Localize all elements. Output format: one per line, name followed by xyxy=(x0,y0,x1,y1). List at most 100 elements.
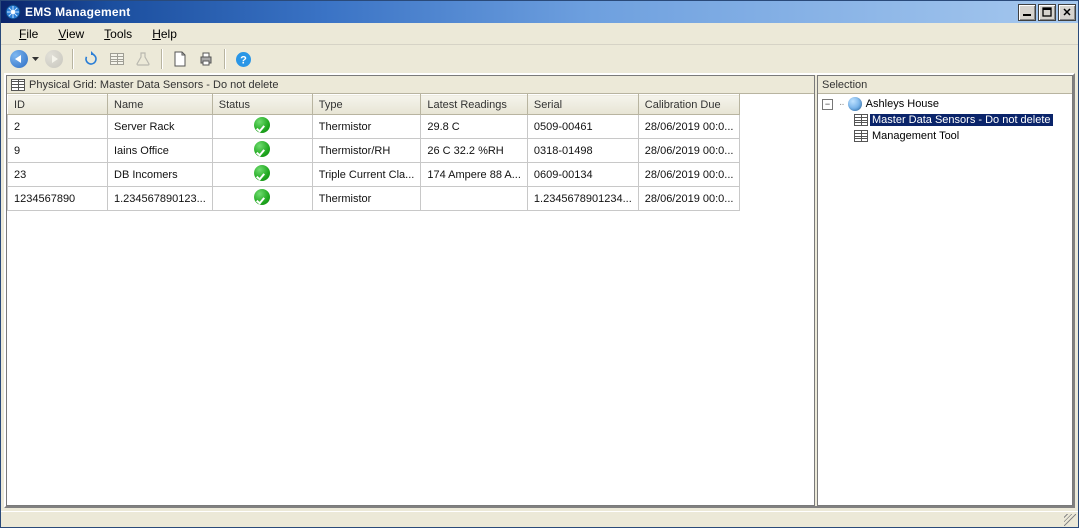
status-ok-icon xyxy=(254,141,270,157)
table-cell xyxy=(212,139,312,163)
resize-grip[interactable] xyxy=(1064,514,1076,526)
grid-icon xyxy=(11,79,25,91)
col-cal[interactable]: Calibration Due xyxy=(638,95,740,115)
table-cell: 28/06/2019 00:0... xyxy=(638,187,740,211)
status-ok-icon xyxy=(254,117,270,133)
table-cell: 0609-00134 xyxy=(527,163,638,187)
table-cell: 1.234567890123... xyxy=(108,187,213,211)
app-icon xyxy=(5,4,21,20)
table-cell: 28/06/2019 00:0... xyxy=(638,139,740,163)
flask-button[interactable] xyxy=(131,47,155,71)
save-grid-button[interactable] xyxy=(105,47,129,71)
menu-file[interactable]: File xyxy=(9,25,48,43)
window-maximize-button[interactable] xyxy=(1038,4,1056,21)
table-cell: Thermistor xyxy=(312,187,421,211)
nav-forward-icon xyxy=(45,50,63,68)
table-cell xyxy=(421,187,528,211)
table-row[interactable]: 23DB Incomers Triple Current Cla...174 Am… xyxy=(8,163,740,187)
refresh-icon xyxy=(83,51,99,67)
tree-child-row[interactable]: Management Tool xyxy=(820,128,1070,144)
table-cell: 26 C 32.2 %RH xyxy=(421,139,528,163)
table-cell: Thermistor xyxy=(312,115,421,139)
tree-connector: ·· xyxy=(839,99,844,110)
col-latest[interactable]: Latest Readings xyxy=(421,95,528,115)
col-status[interactable]: Status xyxy=(212,95,312,115)
toolbar-separator xyxy=(161,49,162,69)
grid-icon xyxy=(854,129,868,143)
table-cell xyxy=(212,115,312,139)
table-cell: 2 xyxy=(8,115,108,139)
table-cell: 28/06/2019 00:0... xyxy=(638,163,740,187)
page-button[interactable] xyxy=(168,47,192,71)
table-cell: 1234567890 xyxy=(8,187,108,211)
print-button[interactable] xyxy=(194,47,218,71)
grid-header-row: ID Name Status Type Latest Readings Seri… xyxy=(8,95,740,115)
menu-tools[interactable]: Tools xyxy=(94,25,142,43)
nav-back-button[interactable] xyxy=(7,47,31,71)
tree-root-label: Ashleys House xyxy=(864,98,941,110)
page-icon xyxy=(173,51,187,67)
table-row[interactable]: 2Server Rack Thermistor29.8 C0509-0046128… xyxy=(8,115,740,139)
table-cell: Thermistor/RH xyxy=(312,139,421,163)
tree-root-row[interactable]: − ·· Ashleys House xyxy=(820,96,1070,112)
col-type[interactable]: Type xyxy=(312,95,421,115)
tree-collapse-icon[interactable]: − xyxy=(822,99,833,110)
menu-bar: File View Tools Help xyxy=(1,23,1078,45)
globe-icon xyxy=(848,97,862,111)
physical-grid-table: ID Name Status Type Latest Readings Seri… xyxy=(7,94,740,211)
left-pane-header: Physical Grid: Master Data Sensors - Do … xyxy=(7,76,814,94)
col-id[interactable]: ID xyxy=(8,95,108,115)
table-cell: 9 xyxy=(8,139,108,163)
nav-back-dropdown[interactable] xyxy=(30,47,40,71)
table-cell: 0318-01498 xyxy=(527,139,638,163)
table-cell: Triple Current Cla... xyxy=(312,163,421,187)
table-row[interactable]: 12345678901.234567890123... Thermistor 1.2… xyxy=(8,187,740,211)
toolbar-separator xyxy=(72,49,73,69)
help-button[interactable]: ? xyxy=(231,47,255,71)
window-minimize-button[interactable] xyxy=(1018,4,1036,21)
svg-text:?: ? xyxy=(240,54,247,66)
menu-file-rest: ile xyxy=(26,27,38,41)
content-area: Physical Grid: Master Data Sensors - Do … xyxy=(4,73,1075,508)
nav-forward-button[interactable] xyxy=(42,47,66,71)
help-icon: ? xyxy=(235,51,252,68)
grid-icon xyxy=(854,113,868,127)
left-pane-title: Physical Grid: Master Data Sensors - Do … xyxy=(29,79,278,91)
status-ok-icon xyxy=(254,189,270,205)
title-bar: EMS Management xyxy=(1,1,1078,23)
table-cell: 23 xyxy=(8,163,108,187)
tree-child-label: Management Tool xyxy=(870,130,961,142)
print-icon xyxy=(198,51,214,67)
table-cell: Iains Office xyxy=(108,139,213,163)
status-bar xyxy=(1,511,1078,527)
tree-child-row[interactable]: Master Data Sensors - Do not delete xyxy=(820,112,1070,128)
table-cell xyxy=(212,187,312,211)
grid-save-icon xyxy=(110,53,124,65)
left-pane: Physical Grid: Master Data Sensors - Do … xyxy=(6,75,815,506)
table-row[interactable]: 9Iains Office Thermistor/RH26 C 32.2 %RH0… xyxy=(8,139,740,163)
selection-tree: − ·· Ashleys House Master Data Sensors -… xyxy=(818,94,1072,505)
menu-view[interactable]: View xyxy=(48,25,94,43)
table-cell: 174 Ampere 88 A... xyxy=(421,163,528,187)
grid-area: ID Name Status Type Latest Readings Seri… xyxy=(7,94,814,505)
table-cell: 29.8 C xyxy=(421,115,528,139)
table-cell: DB Incomers xyxy=(108,163,213,187)
toolbar: ? xyxy=(1,45,1078,73)
table-cell: 1.2345678901234... xyxy=(527,187,638,211)
col-name[interactable]: Name xyxy=(108,95,213,115)
refresh-button[interactable] xyxy=(79,47,103,71)
table-cell: Server Rack xyxy=(108,115,213,139)
table-cell xyxy=(212,163,312,187)
window-close-button[interactable] xyxy=(1058,4,1076,21)
app-window: EMS Management File View Tools Help xyxy=(0,0,1079,528)
window-title: EMS Management xyxy=(25,5,131,19)
menu-help[interactable]: Help xyxy=(142,25,187,43)
right-pane-title: Selection xyxy=(822,79,867,91)
col-serial[interactable]: Serial xyxy=(527,95,638,115)
toolbar-separator xyxy=(224,49,225,69)
right-pane: Selection − ·· Ashleys House Master Data… xyxy=(817,75,1073,506)
table-cell: 28/06/2019 00:0... xyxy=(638,115,740,139)
status-ok-icon xyxy=(254,165,270,181)
table-cell: 0509-00461 xyxy=(527,115,638,139)
tree-child-label: Master Data Sensors - Do not delete xyxy=(870,114,1053,126)
